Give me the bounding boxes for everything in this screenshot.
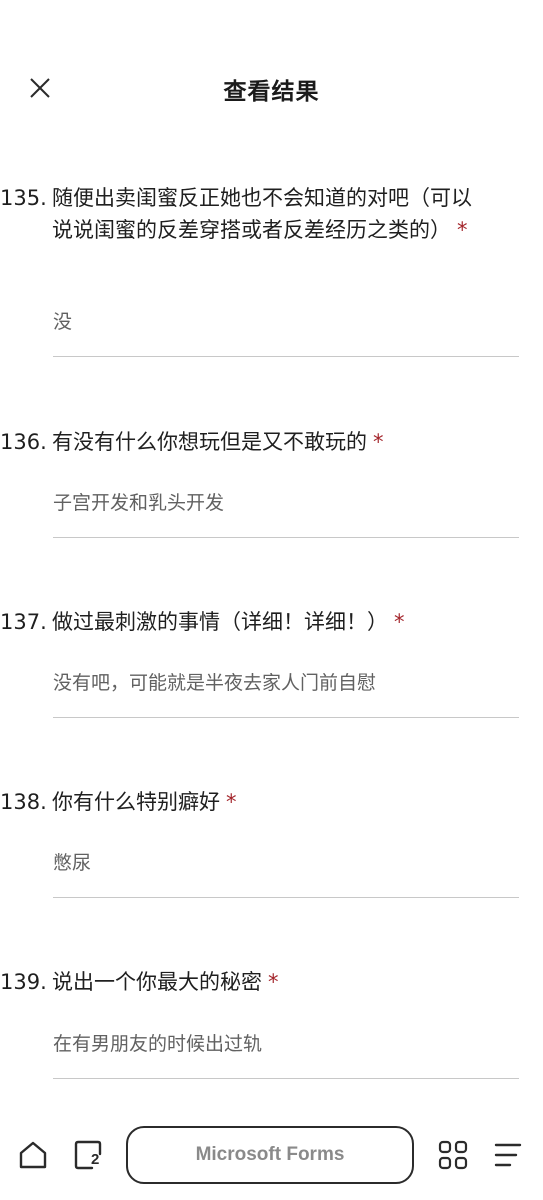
question-number: 138. bbox=[0, 790, 47, 814]
home-icon bbox=[19, 1141, 47, 1169]
header: 查看结果 bbox=[0, 0, 543, 130]
tab-count: 2 bbox=[91, 1151, 100, 1168]
page-title: 查看结果 bbox=[223, 79, 320, 105]
question-label: 有没有什么你想玩但是又不敢玩的 bbox=[52, 430, 367, 454]
question-number: 136. bbox=[0, 430, 47, 454]
question-text: 说出一个你最大的秘密 * bbox=[52, 966, 482, 998]
address-bar[interactable]: Microsoft Forms bbox=[126, 1126, 414, 1184]
menu-icon bbox=[494, 1143, 522, 1167]
required-marker: * bbox=[226, 790, 237, 814]
apps-grid-icon bbox=[438, 1140, 468, 1170]
required-marker: * bbox=[457, 218, 468, 242]
question-text: 随便出卖闺蜜反正她也不会知道的对吧（可以说说闺蜜的反差穿搭或者反差经历之类的） * bbox=[52, 182, 482, 246]
question-label: 说出一个你最大的秘密 bbox=[52, 970, 262, 994]
required-marker: * bbox=[373, 430, 384, 454]
answer-field: 在有男朋友的时候出过轨 bbox=[53, 1030, 519, 1079]
required-marker: * bbox=[268, 970, 279, 994]
answer-field: 没有吧，可能就是半夜去家人门前自慰 bbox=[53, 669, 519, 718]
home-button[interactable] bbox=[15, 1137, 51, 1173]
browser-toolbar: 2 Microsoft Forms bbox=[0, 1110, 543, 1200]
question-text: 你有什么特别癖好 * bbox=[52, 786, 482, 818]
address-text: Microsoft Forms bbox=[195, 1144, 345, 1165]
apps-button[interactable] bbox=[435, 1137, 471, 1173]
question-text: 做过最刺激的事情（详细！详细！） * bbox=[52, 606, 482, 638]
menu-button[interactable] bbox=[490, 1137, 526, 1173]
answer-field: 子宫开发和乳头开发 bbox=[53, 489, 519, 538]
tabs-icon bbox=[74, 1140, 102, 1170]
question-number: 137. bbox=[0, 610, 47, 634]
question-text: 有没有什么你想玩但是又不敢玩的 * bbox=[52, 426, 482, 458]
question-label: 随便出卖闺蜜反正她也不会知道的对吧（可以说说闺蜜的反差穿搭或者反差经历之类的） bbox=[52, 186, 472, 242]
answer-field: 没 bbox=[53, 308, 519, 357]
question-label: 你有什么特别癖好 bbox=[52, 790, 220, 814]
question-label: 做过最刺激的事情（详细！详细！） bbox=[52, 610, 388, 634]
answer-field: 憋尿 bbox=[53, 849, 519, 898]
question-number: 135. bbox=[0, 186, 47, 210]
question-number: 139. bbox=[0, 970, 47, 994]
tabs-button[interactable]: 2 bbox=[71, 1137, 107, 1173]
required-marker: * bbox=[394, 610, 405, 634]
